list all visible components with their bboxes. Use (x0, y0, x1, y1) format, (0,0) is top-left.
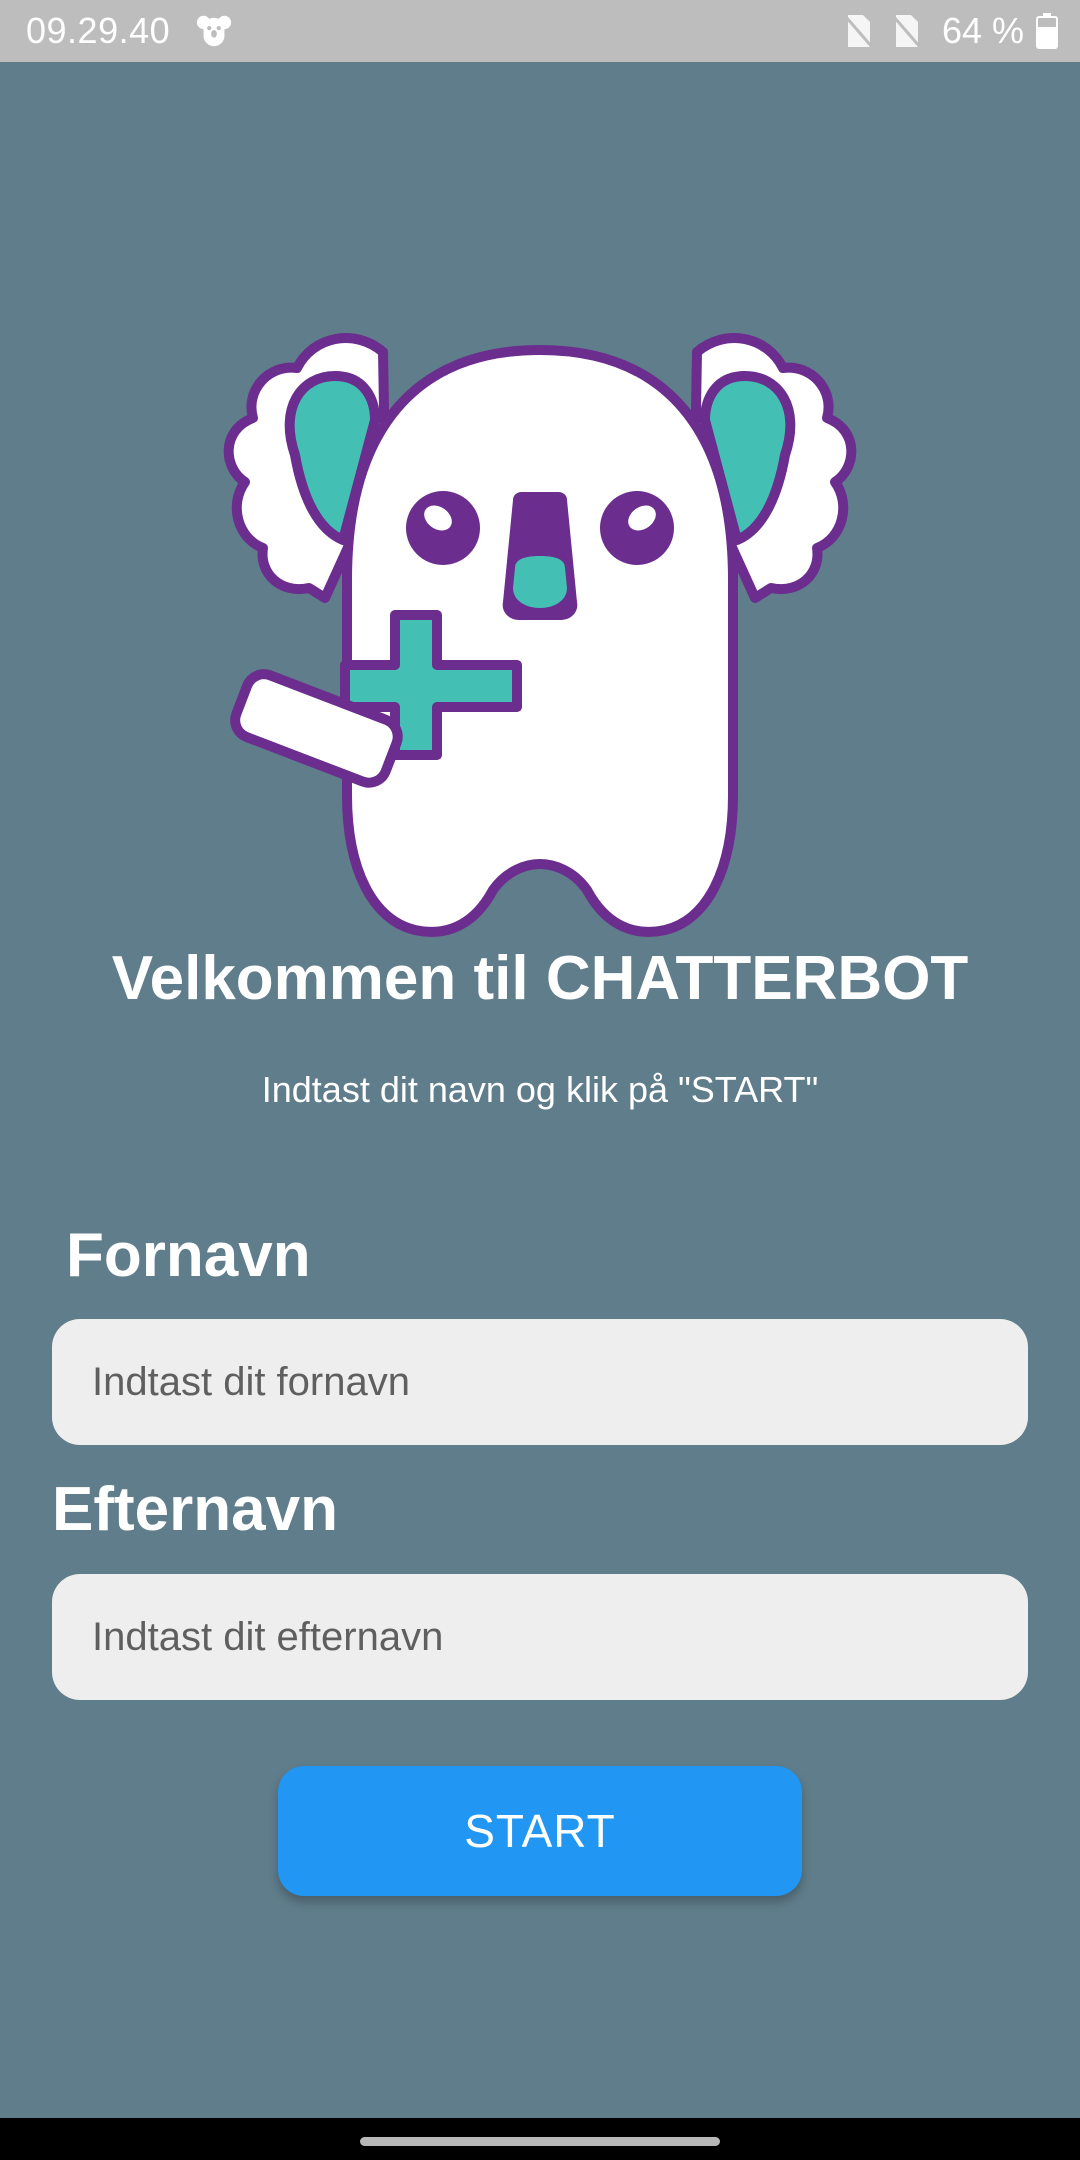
welcome-subtitle: Indtast dit navn og klik på "START" (261, 1069, 819, 1110)
status-right-group: 64 % (844, 8, 1058, 54)
koala-mascot-icon (223, 333, 857, 937)
last-name-label: Efternavn (52, 1475, 338, 1544)
first-name-label: Fornavn (66, 1221, 311, 1290)
status-time: 09.29.40 (26, 10, 171, 51)
welcome-title: Velkommen til CHATTERBOT (111, 944, 969, 1013)
start-button[interactable]: START (278, 1766, 802, 1896)
no-sim-icon (844, 15, 874, 48)
status-bar: 09.29.40 64 % (0, 0, 1080, 62)
first-name-input[interactable] (52, 1319, 1028, 1445)
navigation-bar (0, 2118, 1080, 2160)
koala-notification-icon (196, 15, 232, 47)
battery-icon (1036, 13, 1058, 49)
home-gesture-handle[interactable] (360, 2137, 720, 2146)
battery-percentage: 64 % (941, 10, 1024, 51)
last-name-input[interactable] (52, 1574, 1028, 1700)
no-sim-icon (892, 15, 922, 48)
